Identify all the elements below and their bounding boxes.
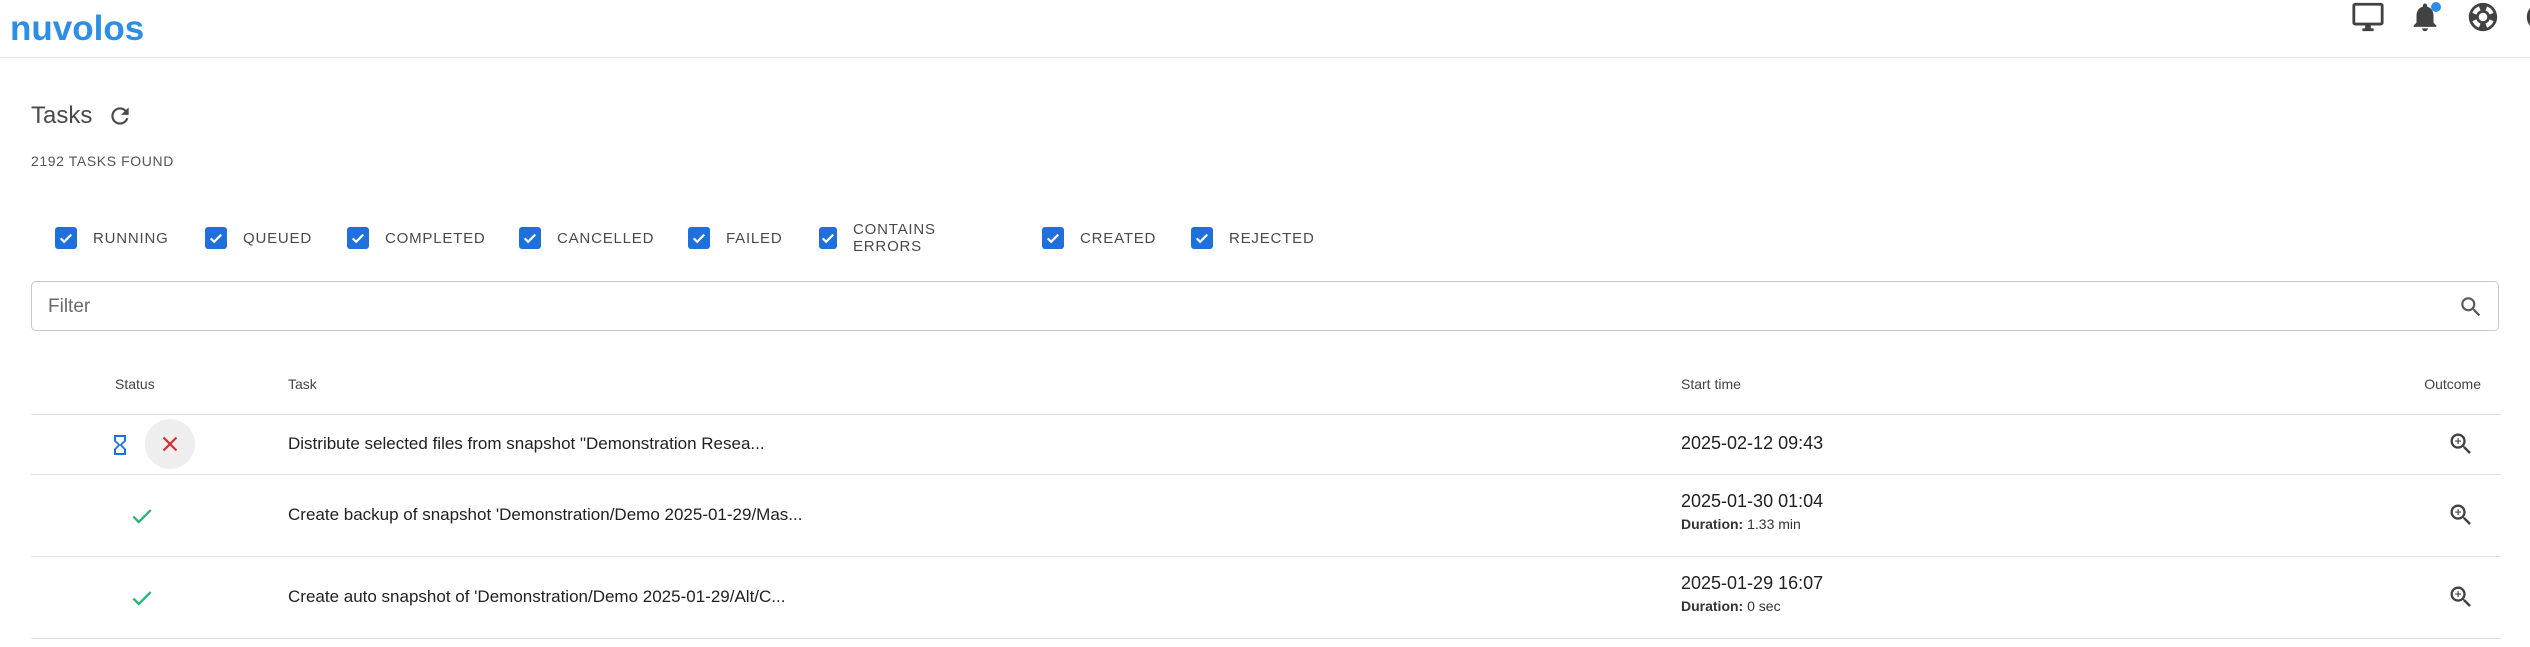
table-row[interactable]: Distribute selected files from snapshot … xyxy=(31,415,2501,475)
task-description: Create backup of snapshot 'Demonstration… xyxy=(288,505,803,524)
hourglass-icon xyxy=(108,431,132,459)
task-description: Distribute selected files from snapshot … xyxy=(288,434,765,453)
close-icon xyxy=(162,436,178,452)
page-header: Tasks xyxy=(31,100,133,134)
search-icon[interactable] xyxy=(2458,294,2484,320)
filter-label: CREATED xyxy=(1080,229,1157,247)
checkbox-checked-icon xyxy=(347,227,369,249)
task-start-cell: 2025-01-30 01:04 Duration: 1.33 min xyxy=(1681,491,1823,532)
table-row[interactable]: Create auto snapshot of 'Demonstration/D… xyxy=(31,557,2501,639)
filter-label: FAILED xyxy=(726,229,783,247)
filter-completed-checkbox[interactable]: COMPLETED xyxy=(347,224,486,252)
filter-input[interactable] xyxy=(46,282,2430,332)
task-start-time: 2025-01-30 01:04 xyxy=(1681,491,1824,511)
table-header: Status Task Start time Outcome xyxy=(31,364,2501,415)
checkbox-checked-icon xyxy=(519,227,541,249)
page-title: Tasks xyxy=(31,102,93,129)
zoom-in-icon[interactable] xyxy=(2447,583,2475,611)
column-header-status[interactable]: Status xyxy=(115,364,155,404)
check-icon xyxy=(129,503,155,529)
account-icon[interactable] xyxy=(2524,0,2530,34)
filter-cancelled-checkbox[interactable]: CANCELLED xyxy=(519,224,654,252)
duration-label: Duration: xyxy=(1681,598,1744,614)
column-header-start-time[interactable]: Start time xyxy=(1681,364,1741,404)
task-start-time: 2025-01-29 16:07 xyxy=(1681,573,1824,593)
task-start-cell: 2025-01-29 16:07 Duration: 0 sec xyxy=(1681,573,1823,614)
zoom-in-icon[interactable] xyxy=(2447,501,2475,529)
checkbox-checked-icon xyxy=(205,227,227,249)
lifebuoy-help-icon[interactable] xyxy=(2466,0,2500,34)
checkbox-checked-icon xyxy=(1042,227,1064,249)
nuvolos-logo[interactable]: nuvolos xyxy=(10,10,144,48)
filter-contains-errors-checkbox[interactable]: CONTAINS ERRORS xyxy=(819,221,940,255)
check-icon xyxy=(129,585,155,611)
tasks-count: 2192 TASKS FOUND xyxy=(31,153,174,169)
monitor-icon[interactable] xyxy=(2351,0,2385,34)
filter-created-checkbox[interactable]: CREATED xyxy=(1042,224,1156,252)
filter-running-checkbox[interactable]: RUNNING xyxy=(55,224,169,252)
checkbox-checked-icon xyxy=(1191,227,1213,249)
filter-label: CANCELLED xyxy=(557,229,655,247)
logo-text: nuvolos xyxy=(10,9,145,48)
filter-label: REJECTED xyxy=(1229,229,1315,247)
filter-failed-checkbox[interactable]: FAILED xyxy=(688,224,783,252)
filter-queued-checkbox[interactable]: QUEUED xyxy=(205,224,312,252)
filter-field xyxy=(31,281,2499,332)
filter-label: COMPLETED xyxy=(385,229,486,247)
task-description: Create auto snapshot of 'Demonstration/D… xyxy=(288,587,786,606)
zoom-in-icon[interactable] xyxy=(2447,430,2475,458)
table-row[interactable]: Create backup of snapshot 'Demonstration… xyxy=(31,475,2501,557)
checkbox-checked-icon xyxy=(688,227,710,249)
task-duration: Duration: 1.33 min xyxy=(1681,516,1823,532)
filter-label: RUNNING xyxy=(93,229,169,247)
filter-rejected-checkbox[interactable]: REJECTED xyxy=(1191,224,1315,252)
task-start-time: 2025-02-12 09:43 xyxy=(1681,433,1824,453)
column-header-task[interactable]: Task xyxy=(288,364,317,404)
notifications-bell-icon[interactable] xyxy=(2408,0,2442,34)
filter-label: QUEUED xyxy=(243,229,312,247)
duration-label: Duration: xyxy=(1681,516,1744,532)
cancel-task-button[interactable] xyxy=(145,419,195,469)
notification-badge xyxy=(2431,2,2441,12)
checkbox-checked-icon xyxy=(55,227,77,249)
task-duration: Duration: 0 sec xyxy=(1681,598,1823,614)
filter-label: CONTAINS ERRORS xyxy=(853,221,936,255)
checkbox-checked-icon xyxy=(819,227,837,249)
column-header-outcome[interactable]: Outcome xyxy=(2424,364,2481,404)
duration-value: 1.33 min xyxy=(1747,516,1801,532)
refresh-icon[interactable] xyxy=(107,103,133,129)
duration-value: 0 sec xyxy=(1747,598,1781,614)
top-bar: nuvolos xyxy=(0,0,2530,58)
